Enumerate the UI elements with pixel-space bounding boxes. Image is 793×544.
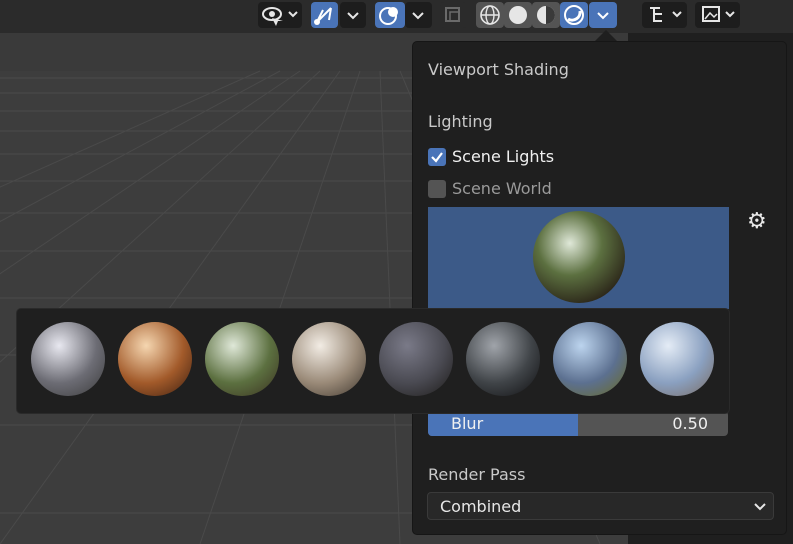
display-mode-button[interactable]: [695, 2, 740, 28]
render-pass-heading: Render Pass: [428, 465, 526, 484]
outliner-icon: [650, 7, 682, 22]
solid-sphere-icon: [509, 6, 527, 24]
gizmo-dropdown[interactable]: [340, 2, 366, 28]
scene-lights-label[interactable]: Scene Lights: [452, 147, 554, 166]
hdri-thumbnail-sunset[interactable]: [553, 322, 627, 396]
lighting-heading: Lighting: [428, 112, 493, 131]
xray-toggle[interactable]: [440, 2, 467, 28]
eye-pointer-icon: [262, 7, 298, 26]
outliner-filter-button[interactable]: [642, 2, 687, 28]
xray-icon: [445, 7, 460, 22]
wireframe-sphere-icon: [480, 5, 500, 25]
gizmo-icon: [314, 7, 332, 25]
viewport-header: [0, 0, 628, 33]
shading-material[interactable]: [532, 2, 560, 28]
chevron-down-icon: [412, 12, 424, 20]
material-sphere-icon: [537, 6, 555, 24]
shading-wireframe[interactable]: [476, 2, 504, 28]
hdri-thumbnail-city[interactable]: [31, 322, 105, 396]
hdri-thumbnail-courtyard[interactable]: [466, 322, 540, 396]
overlays-icon: [379, 7, 398, 25]
hdri-preview-sphere: [533, 211, 625, 303]
scene-world-checkbox[interactable]: [428, 180, 446, 198]
blur-label: Blur: [451, 414, 484, 433]
shading-dropdown[interactable]: [589, 2, 617, 28]
chevron-down-icon: [347, 12, 359, 20]
rendered-sphere-icon: [564, 5, 584, 25]
gizmo-toggle[interactable]: [311, 2, 338, 28]
hdri-thumbnail-forest[interactable]: [205, 322, 279, 396]
blur-slider[interactable]: Blur 0.50: [428, 411, 728, 436]
shading-rendered[interactable]: [560, 2, 588, 28]
shading-solid[interactable]: [504, 2, 532, 28]
hdri-selection-strip: [17, 309, 729, 413]
hdri-thumbnail-night[interactable]: [379, 322, 453, 396]
render-pass-select[interactable]: Combined: [427, 492, 774, 520]
hdri-thumbnail-sunrise[interactable]: [640, 322, 714, 396]
scene-world-label[interactable]: Scene World: [452, 179, 552, 198]
overlays-dropdown[interactable]: [405, 2, 432, 28]
blur-value: 0.50: [672, 414, 708, 433]
render-pass-value: Combined: [440, 497, 522, 516]
scene-lights-checkbox[interactable]: [428, 148, 446, 166]
gear-icon[interactable]: ⚙: [747, 209, 767, 234]
checkmark-icon: [431, 152, 443, 163]
visibility-dropdown[interactable]: [258, 2, 302, 28]
popover-title: Viewport Shading: [428, 60, 569, 79]
hdri-thumbnail-interior[interactable]: [118, 322, 192, 396]
chevron-down-icon: [754, 503, 766, 511]
hdri-thumbnail-studio[interactable]: [292, 322, 366, 396]
image-icon: [702, 6, 735, 22]
popover-arrow: [594, 30, 618, 42]
hdri-preview-selector[interactable]: [428, 207, 729, 309]
overlays-toggle[interactable]: [375, 2, 405, 28]
chevron-down-icon: [597, 12, 609, 20]
